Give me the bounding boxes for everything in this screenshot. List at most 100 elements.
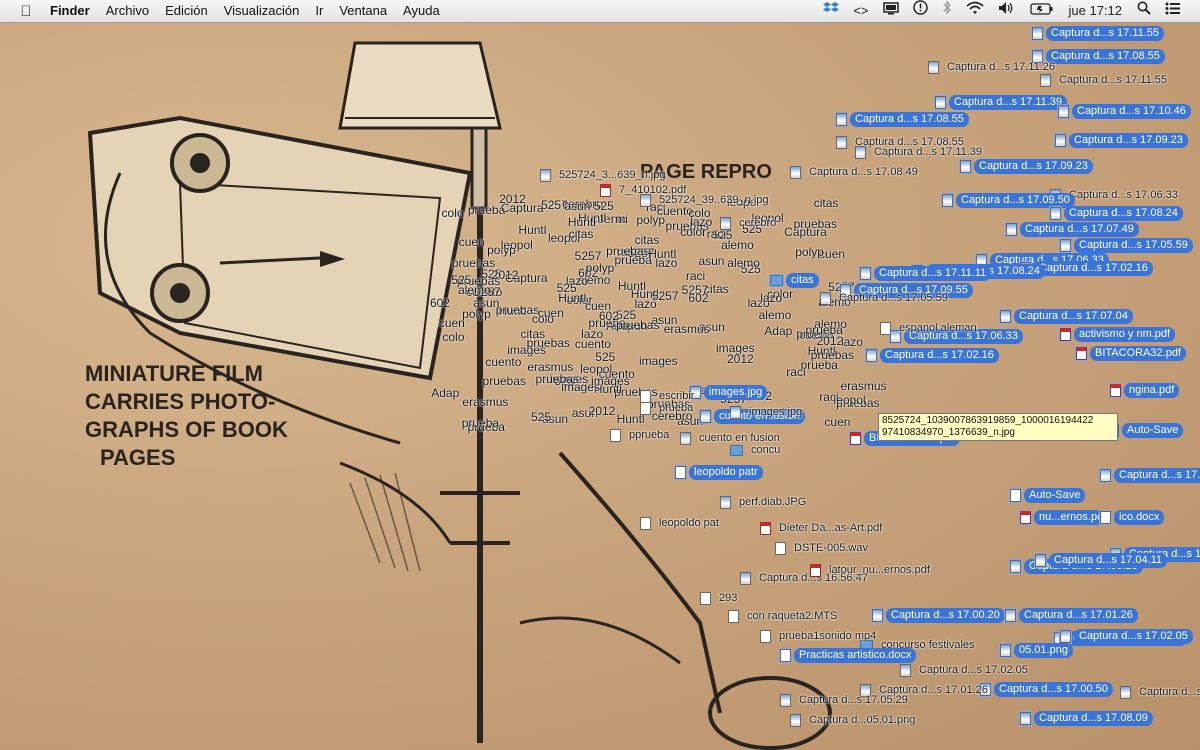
desktop-file-icon[interactable]: Captura d...05.01.png <box>790 713 920 728</box>
desktop-file-icon[interactable]: Captura d...s 17.00.50 <box>979 682 1113 697</box>
desktop-file-icon[interactable]: Practicas artistico.docx <box>779 648 917 663</box>
menu-ir[interactable]: Ir <box>307 0 331 22</box>
overlapping-file-label[interactable]: colo <box>442 331 464 344</box>
desktop-file-icon[interactable]: 05.01.png <box>999 643 1073 658</box>
menu-ventana[interactable]: Ventana <box>331 0 395 22</box>
menu-edicion[interactable]: Edición <box>157 0 216 22</box>
desktop-file-icon[interactable]: cerebro <box>720 216 781 231</box>
overlapping-file-label[interactable]: citas <box>569 228 594 241</box>
volume-icon[interactable] <box>991 0 1023 22</box>
desktop-file-icon[interactable]: latour_nu...ernos.pdf <box>810 563 935 578</box>
desktop-file-icon[interactable]: ngina.pdf <box>1109 383 1180 398</box>
overlapping-file-label[interactable]: polyp <box>586 261 615 275</box>
overlapping-file-label[interactable]: raci <box>786 365 805 379</box>
display-icon[interactable] <box>876 0 906 22</box>
desktop-file-icon[interactable]: 293 <box>700 591 742 606</box>
desktop-file-icon[interactable]: con raqueta2.MTS <box>728 609 843 624</box>
overlapping-file-label[interactable]: Huntl <box>518 223 546 237</box>
desktop-file-icon[interactable]: BITACORA32.pdf <box>1075 346 1186 361</box>
desktop-file-icon[interactable]: Captura d...s 17.11.39 <box>934 95 1068 110</box>
overlapping-file-label[interactable]: leopol <box>834 394 866 407</box>
overlapping-file-label[interactable]: 2012 <box>589 405 616 418</box>
desktop-file-icon[interactable]: Captura d...s 17.08.09 <box>1120 685 1200 700</box>
overlapping-file-label[interactable]: Huntl <box>648 247 676 261</box>
overlapping-file-label[interactable]: leopol <box>501 239 533 252</box>
desktop-file-icon[interactable]: prueba <box>640 401 698 416</box>
overlapping-file-label[interactable]: Adap <box>431 386 459 400</box>
overlapping-file-label[interactable]: raci <box>686 269 705 283</box>
overlapping-file-label[interactable]: prueba <box>801 359 838 372</box>
desktop[interactable]: MINIATURE FILM CARRIES PHOTO- GRAPHS OF … <box>0 23 1200 750</box>
desktop-file-icon[interactable]: cuento en fusion <box>680 431 785 446</box>
overlapping-file-label[interactable]: images <box>591 374 630 388</box>
desktop-file-icon[interactable]: images.jpg <box>689 385 768 400</box>
desktop-file-icon[interactable]: Captura d...s 17.08.09 <box>1019 711 1153 726</box>
overlapping-file-label[interactable]: alemo <box>458 284 491 297</box>
overlapping-file-label[interactable]: cuen <box>824 416 850 429</box>
desktop-file-icon[interactable]: Captura d...s 17.00.20 <box>871 608 1005 623</box>
overlapping-file-label[interactable]: asun <box>698 254 724 268</box>
desktop-file-icon[interactable]: ico.docx <box>1099 510 1165 525</box>
overlapping-file-label[interactable]: alemo <box>727 256 760 270</box>
desktop-file-icon[interactable]: Captura d...s 17.10.46 <box>1057 104 1191 119</box>
overlapping-file-label[interactable]: 2012 <box>817 335 844 348</box>
desktop-file-icon[interactable]: Captura d...s 17.11.11 <box>859 266 992 281</box>
menu-archivo[interactable]: Archivo <box>98 0 157 22</box>
overlapping-file-label[interactable]: 602 <box>688 292 708 305</box>
overlapping-file-label[interactable]: lazo <box>635 298 657 311</box>
desktop-file-icon[interactable]: Captura d...s 17.09.23 <box>959 159 1093 174</box>
overlapping-file-label[interactable]: images <box>639 354 678 368</box>
desktop-file-icon[interactable]: Captura d...s 17.02.16 <box>865 348 999 363</box>
desktop-file-icon[interactable]: activismo y nm.pdf <box>1059 327 1176 342</box>
overlapping-file-label[interactable]: erasmus <box>462 395 508 409</box>
overlapping-file-label[interactable]: pruebas <box>794 217 837 231</box>
desktop-file-icon[interactable]: Captura d...s 17.08.24 <box>1049 206 1183 221</box>
overlapping-file-label[interactable]: erasmus <box>840 380 886 393</box>
desktop-file-icon[interactable]: Captura d...s 17.05.59 <box>1059 238 1193 253</box>
desktop-file-icon[interactable]: DSTE-005.wav <box>775 541 873 556</box>
overlapping-file-label[interactable]: polyp <box>795 245 824 259</box>
overlapping-file-label[interactable]: pruebas <box>616 319 659 332</box>
desktop-file-icon[interactable]: Captura d...s 17.09.23 <box>1054 133 1188 148</box>
desktop-file-icon[interactable]: Dieter Da...as-Art.pdf <box>760 521 887 536</box>
desktop-file-icon[interactable]: espanol aleman <box>880 321 982 336</box>
overlapping-file-label[interactable]: cuento <box>485 356 521 369</box>
overlapping-file-label[interactable]: alemo <box>759 308 792 322</box>
desktop-file-icon[interactable]: Captura d...s 17.07.49 <box>1005 222 1139 237</box>
overlapping-file-label[interactable]: Adap <box>764 324 792 338</box>
overlapping-file-label[interactable]: 525 <box>531 411 551 424</box>
desktop-file-icon[interactable]: citas <box>769 273 819 288</box>
desktop-file-icon[interactable]: images.jpg <box>730 405 807 420</box>
overlapping-file-label[interactable]: citas <box>520 327 545 341</box>
dropbox-icon[interactable] <box>816 0 846 22</box>
desktop-file-icon[interactable]: Captura d...s 17.02.16 <box>1099 468 1200 483</box>
desktop-file-icon[interactable]: Captura d...s 17.08.55 <box>835 112 969 127</box>
desktop-file-icon[interactable]: Captura d...s 17.11.39 <box>855 145 987 160</box>
desktop-file-icon[interactable]: Captura d...s 17.04.11 <box>1034 553 1168 568</box>
apple-menu-icon[interactable]:  <box>16 3 36 20</box>
overlapping-file-label[interactable]: citas <box>814 197 839 210</box>
overlapping-file-label[interactable]: cuen <box>439 316 465 330</box>
desktop-file-icon[interactable]: Captura d...s 17.08.49 <box>790 165 923 180</box>
overlapping-file-label[interactable]: mi <box>615 212 628 226</box>
code-icon[interactable]: <> <box>846 0 875 22</box>
bluetooth-icon[interactable] <box>935 0 959 22</box>
overlapping-file-label[interactable]: colo <box>689 207 711 220</box>
desktop-file-icon[interactable]: Captura d...s 17.01.26 <box>1004 608 1138 623</box>
overlapping-file-label[interactable]: cuento <box>575 338 611 351</box>
overlapping-file-label[interactable]: colo <box>442 206 464 220</box>
desktop-file-icon[interactable]: Captura d...s 17.02.05 <box>1059 629 1193 644</box>
desktop-file-icon[interactable]: prueba1sonido mp4 <box>760 629 881 644</box>
overlapping-file-label[interactable]: asun <box>473 297 499 310</box>
desktop-file-icon[interactable]: 525724_39..639_n.jpg <box>640 193 774 208</box>
desktop-file-icon[interactable]: Auto-Save <box>1107 423 1184 438</box>
overlapping-file-label[interactable]: alemo <box>721 239 754 252</box>
desktop-file-icon[interactable]: perf.diab.JPG <box>720 495 811 510</box>
overlapping-file-label[interactable]: 2012 <box>499 193 526 206</box>
overlapping-file-label[interactable]: 525 <box>557 281 577 295</box>
overlapping-file-label[interactable]: lazo <box>841 336 863 349</box>
battery-icon[interactable] <box>1023 0 1061 22</box>
desktop-file-icon[interactable]: leopoldo patr <box>674 465 763 480</box>
menu-visualizacion[interactable]: Visualización <box>216 0 308 22</box>
overlapping-file-label[interactable]: color <box>680 225 706 239</box>
